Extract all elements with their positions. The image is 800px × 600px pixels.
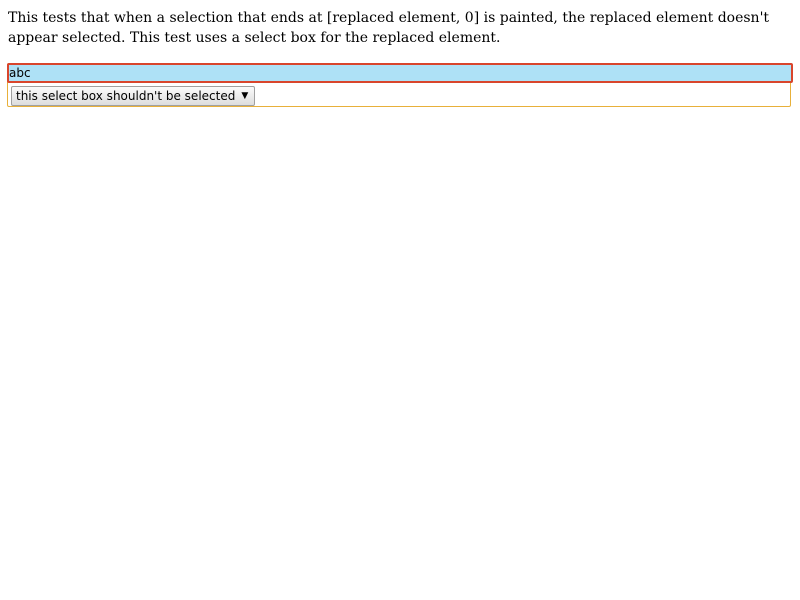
dropdown-arrow-icon: ▼: [241, 91, 249, 101]
selected-text-line[interactable]: abc: [7, 63, 793, 83]
replaced-select-box[interactable]: this select box shouldn't be selected ▼: [11, 86, 256, 106]
editable-area[interactable]: abc this select box shouldn't be selecte…: [7, 63, 793, 107]
select-box-value: this select box shouldn't be selected: [16, 89, 236, 103]
selected-text: abc: [9, 66, 31, 80]
test-description: This tests that when a selection that en…: [8, 10, 770, 46]
